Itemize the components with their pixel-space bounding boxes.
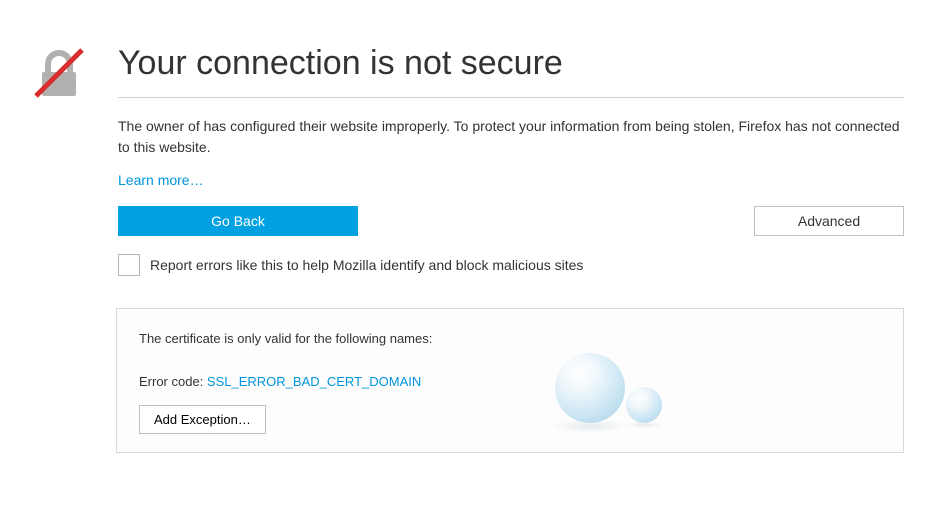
report-row: Report errors like this to help Mozilla … [118, 254, 904, 276]
learn-more-link[interactable]: Learn more… [118, 172, 204, 188]
button-row: Go Back Advanced [118, 206, 904, 236]
page-title: Your connection is not secure [118, 44, 904, 98]
cert-valid-names-line: The certificate is only valid for the fo… [139, 331, 881, 346]
sphere-icon [626, 387, 662, 423]
error-description: The owner of has configured their websit… [118, 116, 904, 158]
report-label: Report errors like this to help Mozilla … [150, 257, 583, 273]
desc-prefix: The owner of [118, 118, 204, 134]
error-code-label: Error code: [139, 374, 207, 389]
insecure-lock-icon [30, 44, 88, 102]
advanced-details-box: The certificate is only valid for the fo… [116, 308, 904, 453]
add-exception-button[interactable]: Add Exception… [139, 405, 266, 434]
advanced-button[interactable]: Advanced [754, 206, 904, 236]
desc-suffix: has configured their website improperly.… [118, 118, 900, 155]
content-column: Your connection is not secure The owner … [118, 44, 904, 453]
report-checkbox[interactable] [118, 254, 140, 276]
error-page: Your connection is not secure The owner … [0, 0, 934, 473]
warning-icon-column [30, 44, 90, 453]
error-code-link[interactable]: SSL_ERROR_BAD_CERT_DOMAIN [207, 374, 421, 389]
go-back-button[interactable]: Go Back [118, 206, 358, 236]
error-code-line: Error code: SSL_ERROR_BAD_CERT_DOMAIN [139, 374, 881, 389]
